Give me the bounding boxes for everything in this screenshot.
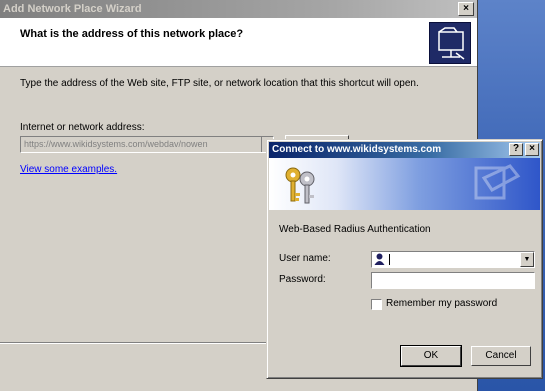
username-label: User name: <box>279 253 331 264</box>
keys-icon <box>285 167 315 204</box>
realm-text: Web-Based Radius Authentication <box>279 224 431 235</box>
instruction-text: Type the address of the Web site, FTP si… <box>20 78 419 89</box>
address-label: Internet or network address: <box>20 122 145 133</box>
wizard-header: What is the address of this network plac… <box>0 18 477 67</box>
wizard-title: Add Network Place Wizard <box>3 3 142 15</box>
banner-watermark-icon <box>474 164 521 200</box>
view-examples-link[interactable]: View some examples. <box>20 164 117 175</box>
network-folder-icon <box>429 22 471 64</box>
address-input[interactable]: https://www.wikidsystems.com/webdav/nowe… <box>20 136 274 153</box>
help-button[interactable]: ? <box>509 143 523 156</box>
page-heading: What is the address of this network plac… <box>20 28 244 40</box>
address-value: https://www.wikidsystems.com/webdav/nowe… <box>24 139 208 149</box>
wizard-close-button[interactable]: × <box>458 2 474 16</box>
password-label: Password: <box>279 274 326 285</box>
dialog-title: Connect to www.wikidsystems.com <box>272 144 442 155</box>
user-icon <box>374 253 385 265</box>
username-dropdown-arrow-icon[interactable]: ▼ <box>520 252 534 267</box>
remember-password-label[interactable]: Remember my password <box>386 298 497 309</box>
password-input[interactable] <box>371 272 535 289</box>
cancel-button[interactable]: Cancel <box>471 346 531 366</box>
ok-button[interactable]: OK <box>400 345 462 367</box>
text-caret <box>389 254 390 265</box>
remember-password-checkbox[interactable] <box>371 299 382 310</box>
dialog-banner <box>269 158 540 210</box>
connect-dialog: Connect to www.wikidsystems.com ? × Web-… <box>266 139 543 379</box>
username-combobox[interactable]: ▼ <box>371 251 535 268</box>
wizard-titlebar[interactable]: Add Network Place Wizard × <box>0 0 477 18</box>
dialog-close-button[interactable]: × <box>525 143 539 156</box>
dialog-titlebar[interactable]: Connect to www.wikidsystems.com ? × <box>269 142 540 158</box>
